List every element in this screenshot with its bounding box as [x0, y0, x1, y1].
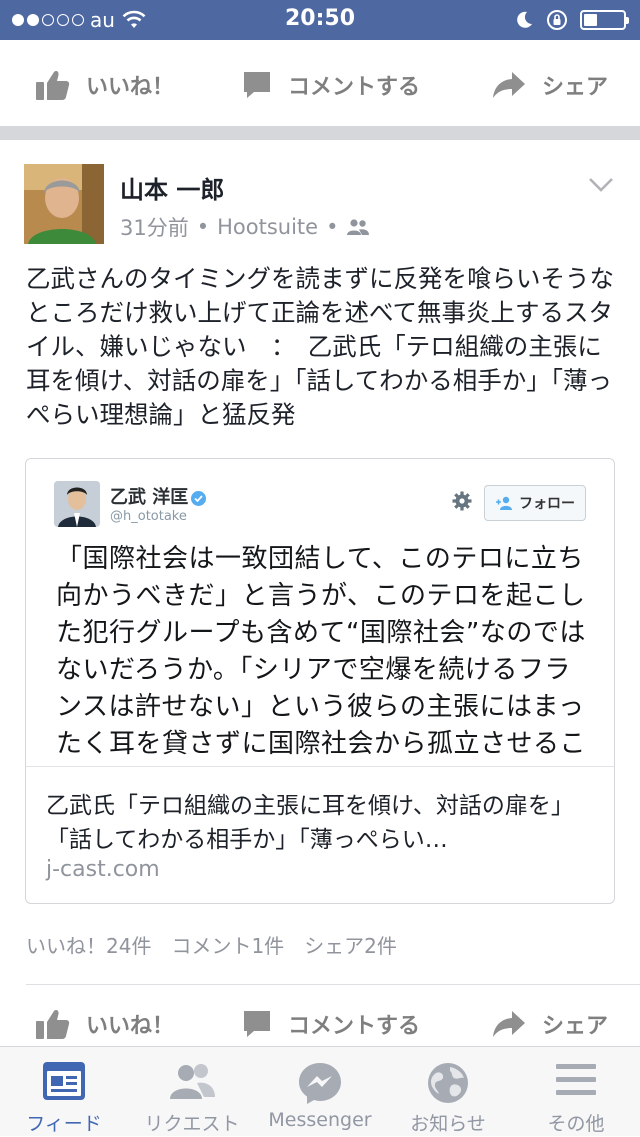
- moon-icon: [517, 11, 532, 28]
- comment-bubble-icon: [244, 72, 270, 98]
- chevron-down-icon[interactable]: [588, 176, 614, 194]
- post-comment-button[interactable]: コメントする: [242, 1008, 420, 1040]
- link-preview-card[interactable]: 乙武 洋匡 @h_ototake フォロー 「国際社会は一致団結して、このテロに…: [25, 458, 615, 904]
- like-button[interactable]: いいね！: [36, 69, 174, 101]
- verified-badge-icon: [191, 490, 207, 506]
- status-bar: au 20:50: [0, 0, 640, 40]
- share-arrow-icon: [493, 1011, 525, 1037]
- like-count[interactable]: いいね！24件: [26, 930, 151, 959]
- tab-notifications[interactable]: お知らせ: [384, 1047, 512, 1137]
- status-icons: [514, 9, 629, 31]
- thumbs-up-icon: [36, 1010, 70, 1039]
- post-text: 乙武さんのタイミングを読まずに反発を喰らいそうなところだけ救い上げて正論を述べて…: [26, 264, 614, 429]
- tab-requests[interactable]: リクエスト: [128, 1047, 256, 1137]
- previous-post-actions: いいね！ コメントする シェア: [0, 42, 640, 128]
- battery-icon: [580, 10, 629, 30]
- comment-count[interactable]: コメント1件: [171, 930, 284, 959]
- tweet-author-handle: @h_ototake: [110, 509, 187, 524]
- tweet-author-avatar: [54, 481, 100, 527]
- tweet-body: 「国際社会は一致団結して、このテロに立ち向かうべきだ」と言うが、このテロを起こし…: [56, 544, 587, 759]
- comment-button[interactable]: コメントする: [242, 69, 420, 101]
- embedded-tweet-image: 乙武 洋匡 @h_ototake フォロー 「国際社会は一致団結して、このテロに…: [26, 459, 614, 767]
- link-domain: j-cast.com: [46, 857, 160, 882]
- follow-button: フォロー: [484, 485, 586, 521]
- author-avatar[interactable]: [24, 164, 104, 244]
- feed-icon: [43, 1062, 85, 1100]
- share-button[interactable]: シェア: [492, 69, 608, 101]
- rotation-lock-icon: [547, 10, 567, 30]
- gear-icon: [452, 491, 472, 511]
- tab-more[interactable]: その他: [512, 1047, 640, 1137]
- menu-icon: [556, 1064, 596, 1095]
- post-time[interactable]: 31分前: [120, 212, 189, 242]
- author-name[interactable]: 山本 一郎: [120, 170, 224, 205]
- post-source: Hootsuite: [217, 215, 319, 239]
- tweet-author-name: 乙武 洋匡: [110, 483, 207, 509]
- tab-feed[interactable]: フィード: [0, 1047, 128, 1137]
- post-like-button[interactable]: いいね！: [36, 1008, 174, 1040]
- comment-bubble-icon: [244, 1011, 270, 1037]
- share-arrow-icon: [493, 72, 525, 98]
- add-user-icon: [496, 496, 512, 510]
- globe-notifications-icon: [428, 1063, 468, 1103]
- reaction-counts: いいね！24件 コメント1件 シェア2件: [26, 930, 397, 959]
- messenger-icon: [299, 1063, 341, 1104]
- thumbs-up-icon: [36, 71, 70, 100]
- friends-icon: [347, 219, 370, 235]
- post-share-button[interactable]: シェア: [492, 1008, 608, 1040]
- friend-requests-icon: [170, 1064, 215, 1099]
- post-separator: [0, 126, 640, 140]
- post-meta: 31分前 • Hootsuite •: [120, 212, 370, 242]
- tab-bar: フィード リクエスト Messenger お知らせ その他: [0, 1046, 640, 1136]
- tab-messenger[interactable]: Messenger: [256, 1047, 384, 1137]
- share-count[interactable]: シェア2件: [304, 930, 397, 959]
- link-title: 乙武氏「テロ組織の主張に耳を傾け、対話の扉を」「話してわかる相手か」「薄っぺらい…: [46, 793, 574, 853]
